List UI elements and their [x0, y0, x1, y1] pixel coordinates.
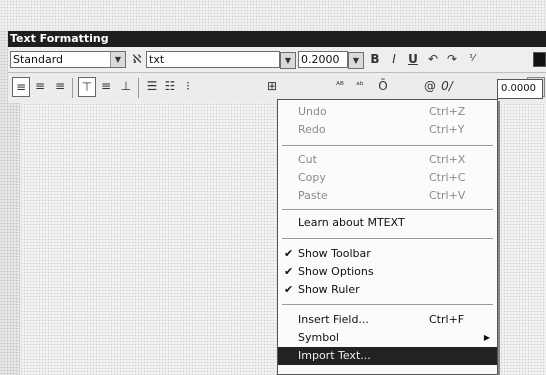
color-swatch[interactable] [533, 52, 546, 67]
menu-item-copy[interactable]: Copy Ctrl+C [278, 169, 497, 187]
font-type-icon: ℵ [132, 52, 142, 66]
symbol-icon[interactable]: @ [422, 77, 438, 95]
menu-separator [282, 209, 493, 211]
overline-icon[interactable]: Ō [375, 77, 391, 95]
menu-item-insert-field[interactable]: Insert Field... Ctrl+F [278, 311, 497, 329]
oblique-angle-icon[interactable]: 0/ [439, 77, 455, 95]
background-strip [0, 0, 546, 30]
style-dropdown[interactable]: Standard ▼ [10, 51, 126, 68]
context-menu: Undo Ctrl+Z Redo Ctrl+Y Cut Ctrl+X Copy … [277, 99, 498, 375]
submenu-arrow-icon: ▶ [483, 333, 490, 342]
chevron-down-icon[interactable]: ▼ [280, 52, 296, 69]
menu-item-show-toolbar[interactable]: ✔ Show Toolbar [278, 245, 497, 263]
bold-button[interactable]: B [367, 50, 383, 68]
menu-item-symbol[interactable]: Symbol ▶ [278, 329, 497, 347]
menu-item-show-options[interactable]: ✔ Show Options [278, 263, 497, 281]
align-middle-icon[interactable]: ≡ [98, 77, 114, 95]
checkmark-icon: ✔ [284, 265, 294, 278]
menu-item-cut[interactable]: Cut Ctrl+X [278, 151, 497, 169]
uppercase-icon[interactable]: ᴬᴮ [332, 77, 348, 95]
menu-separator [282, 238, 493, 240]
align-right-icon[interactable]: ≡ [52, 77, 68, 95]
font-dropdown[interactable]: txt [146, 51, 280, 68]
menu-item-undo[interactable]: Undo Ctrl+Z [278, 103, 497, 121]
insert-field-icon[interactable]: ⊞ [264, 77, 280, 95]
align-bottom-icon[interactable]: ⊥ [118, 77, 134, 95]
text-height-field[interactable]: 0.2000 [298, 51, 348, 68]
chevron-down-icon[interactable]: ▼ [110, 52, 125, 67]
menu-item-import-text[interactable]: Import Text... [278, 347, 497, 365]
font-dropdown-value: txt [149, 53, 165, 66]
menu-separator [282, 304, 493, 306]
italic-button[interactable]: I [386, 50, 402, 68]
menu-item-paste[interactable]: Paste Ctrl+V [278, 187, 497, 205]
text-height-value: 0.2000 [301, 53, 340, 66]
checkmark-icon: ✔ [284, 247, 294, 260]
formatting-toolbar-row-1: Standard ▼ ℵ txt ▼ 0.2000 ▼ B I U ↶ ↷ ⅟ [8, 47, 546, 73]
checkmark-icon: ✔ [284, 283, 294, 296]
align-center-icon[interactable]: ≡ [32, 77, 48, 95]
underline-button[interactable]: U [405, 50, 421, 68]
undo-icon[interactable]: ↶ [425, 50, 441, 68]
numbering-icon[interactable]: ☰ [144, 77, 160, 95]
separator [72, 78, 73, 98]
separator [138, 78, 139, 98]
align-top-icon[interactable]: ⊤ [78, 77, 96, 97]
toolbar-title: Text Formatting [8, 31, 546, 47]
bullets-icon[interactable]: ☷ [162, 77, 178, 95]
align-left-icon[interactable]: ≡ [12, 77, 30, 97]
letters-icon[interactable]: ⁝ [180, 77, 196, 95]
stack-icon[interactable]: ⅟ [464, 50, 480, 68]
oblique-angle-field[interactable]: 0.0000 [497, 79, 543, 99]
menu-item-redo[interactable]: Redo Ctrl+Y [278, 121, 497, 139]
chevron-down-icon[interactable]: ▼ [348, 52, 364, 69]
lowercase-icon[interactable]: ᵃᵇ [352, 77, 368, 95]
redo-icon[interactable]: ↷ [444, 50, 460, 68]
style-dropdown-value: Standard [13, 53, 64, 66]
menu-separator [282, 145, 493, 147]
menu-item-learn-about-mtext[interactable]: Learn about MTEXT [278, 214, 497, 232]
menu-item-show-ruler[interactable]: ✔ Show Ruler [278, 281, 497, 299]
